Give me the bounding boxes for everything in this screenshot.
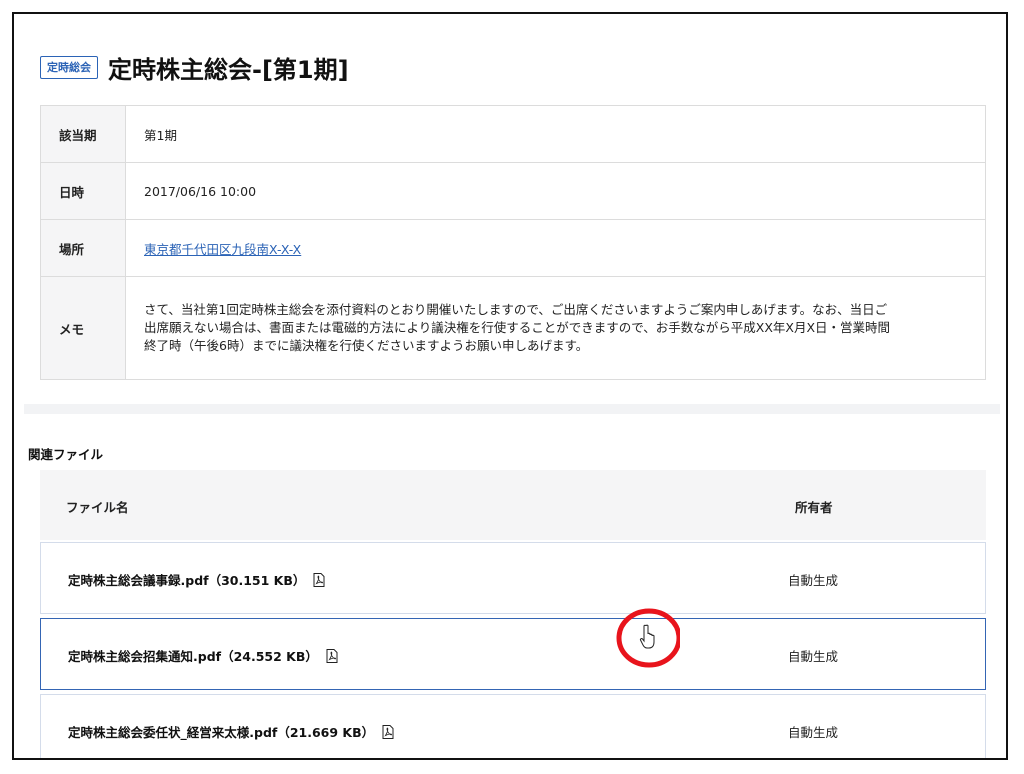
memo-text: さて、当社第1回定時株主総会を添付資料のとおり開催いたしますので、ご出席ください… (125, 276, 986, 380)
click-highlight (616, 608, 680, 668)
pdf-file-icon (382, 724, 394, 739)
related-files-panel: 関連ファイル ファイル名 所有者 定時株主総会議事録.pdf（30.151 KB… (24, 414, 1000, 758)
file-owner: 自動生成 (788, 573, 839, 588)
pdf-file-icon (326, 648, 338, 663)
info-row-datetime: 日時 2017/06/16 10:00 (40, 162, 986, 220)
file-owner: 自動生成 (788, 649, 839, 664)
info-row-period: 該当期 第1期 (40, 105, 986, 163)
files-table-header: ファイル名 所有者 (40, 470, 986, 540)
file-name-text: 定時株主総会招集通知.pdf（24.552 KB） (68, 649, 318, 664)
info-value-cell: 東京都千代田区九段南X-X-X (125, 219, 986, 277)
title-row: 定時総会 定時株主総会-[第1期] (40, 50, 349, 85)
page-content: 定時総会 定時株主総会-[第1期] 該当期 第1期 日時 2017/06/16 … (24, 20, 1000, 758)
pdf-file-icon (313, 572, 325, 587)
meeting-type-badge: 定時総会 (40, 56, 98, 79)
location-link[interactable]: 東京都千代田区九段南X-X-X (144, 242, 301, 257)
memo-line: さて、当社第1回定時株主総会を添付資料のとおり開催いたしますので、ご出席ください… (144, 302, 888, 317)
column-header-owner: 所有者 (795, 500, 833, 515)
info-row-location: 場所 東京都千代田区九段南X-X-X (40, 219, 986, 277)
file-row[interactable]: 定時株主総会議事録.pdf（30.151 KB） 自動生成 (40, 542, 986, 614)
file-row[interactable]: 定時株主総会委任状_経営来太様.pdf（21.669 KB） 自動生成 (40, 694, 986, 758)
file-name-text: 定時株主総会委任状_経営来太様.pdf（21.669 KB） (68, 725, 375, 740)
file-name[interactable]: 定時株主総会招集通知.pdf（24.552 KB） (68, 646, 338, 665)
files-heading: 関連ファイル (28, 447, 104, 462)
file-name-text: 定時株主総会議事録.pdf（30.151 KB） (68, 573, 306, 588)
info-value: 2017/06/16 10:00 (125, 162, 986, 220)
info-label: 該当期 (40, 105, 126, 163)
meeting-info-table: 該当期 第1期 日時 2017/06/16 10:00 場所 東京都千代田区九段… (40, 105, 986, 380)
info-label: 日時 (40, 162, 126, 220)
file-name[interactable]: 定時株主総会委任状_経営来太様.pdf（21.669 KB） (68, 722, 394, 741)
memo-line: 出席願えない場合は、書面または電磁的方法により議決権を行使することができますので… (144, 320, 891, 335)
hand-pointer-icon (639, 624, 655, 649)
column-header-file-name: ファイル名 (66, 500, 129, 515)
meeting-detail-panel: 定時総会 定時株主総会-[第1期] 該当期 第1期 日時 2017/06/16 … (24, 20, 1000, 404)
screenshot-frame: 定時総会 定時株主総会-[第1期] 該当期 第1期 日時 2017/06/16 … (12, 12, 1008, 760)
info-label: メモ (40, 276, 126, 380)
memo-line: 終了時（午後6時）までに議決権を行使くださいますようお願い申しあげます。 (144, 338, 589, 353)
file-name[interactable]: 定時株主総会議事録.pdf（30.151 KB） (68, 570, 325, 589)
file-owner: 自動生成 (788, 725, 839, 740)
page-title: 定時株主総会-[第1期] (108, 56, 349, 84)
info-value: 第1期 (125, 105, 986, 163)
info-row-memo: メモ さて、当社第1回定時株主総会を添付資料のとおり開催いたしますので、ご出席く… (40, 276, 986, 380)
info-label: 場所 (40, 219, 126, 277)
file-row[interactable]: 定時株主総会招集通知.pdf（24.552 KB） 自動生成 (40, 618, 986, 690)
